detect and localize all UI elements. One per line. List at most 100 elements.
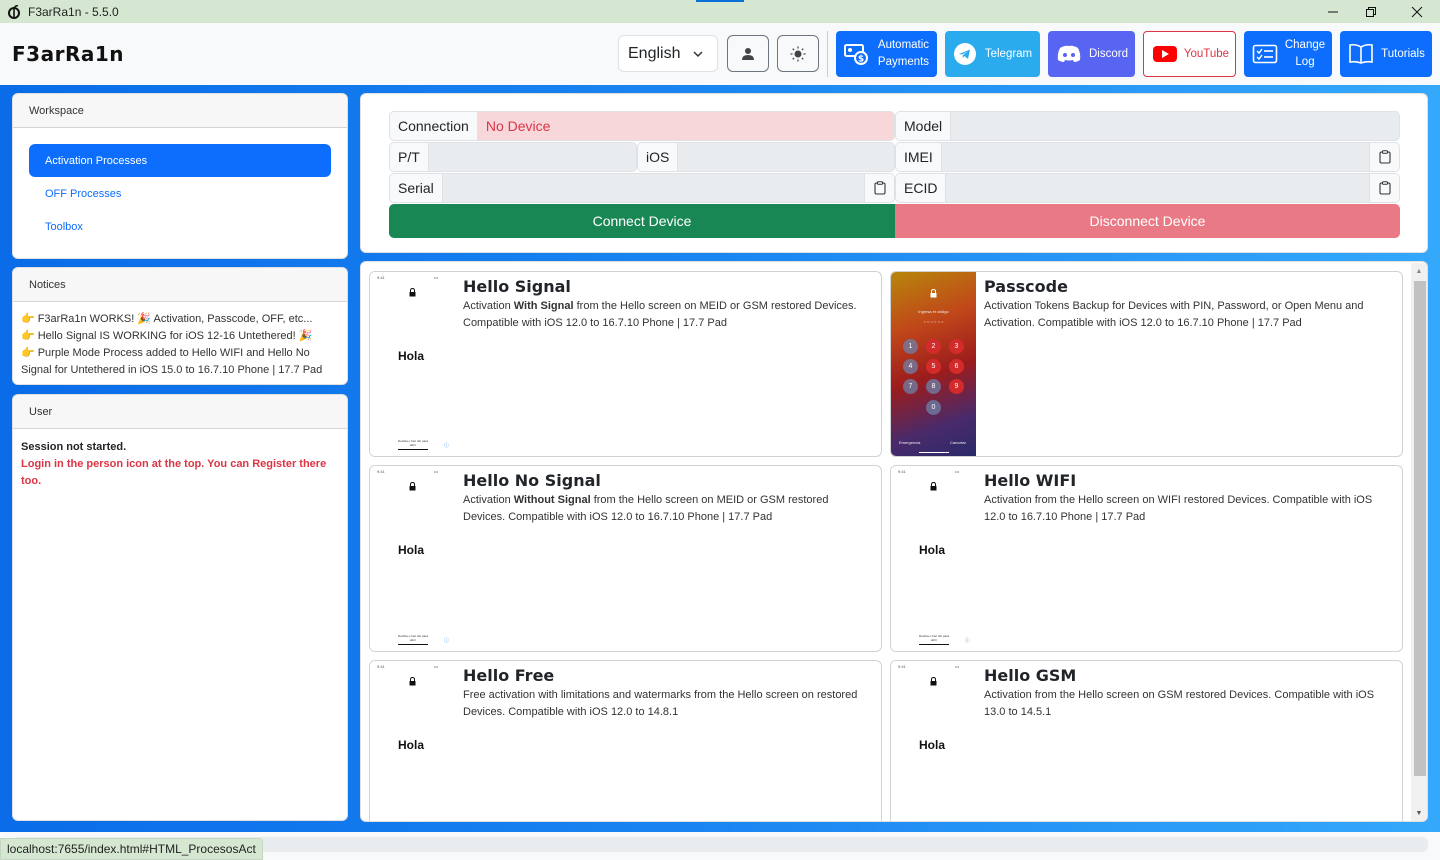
notices-card: Notices 👉 F3arRa1n WORKS! 🎉 Activation, P… (12, 267, 348, 385)
notices-header: Notices (13, 268, 347, 302)
connect-device-button[interactable]: Connect Device (389, 204, 895, 238)
process-card-hello-free[interactable]: 9:41 ••• Hola Hello Free Free activation… (369, 660, 882, 821)
changelog-button[interactable]: Change Log (1244, 31, 1332, 77)
device-panel: Connection No Device P/T iOS Serial Mode… (360, 93, 1428, 253)
notice-text-2: Activation, Passcode, OFF, etc... (151, 313, 313, 325)
workspace-card: Workspace Activation Processes OFF Proce… (12, 93, 348, 259)
discord-label: Discord (1089, 47, 1128, 60)
copy-serial-button[interactable] (864, 174, 894, 202)
party-icon: 🎉 (137, 313, 152, 325)
serial-value[interactable] (443, 174, 864, 202)
process-card-passcode[interactable]: Ingresa el código ○ ○ ○ ○ ○ ○ 1 2 3 4 5 … (890, 271, 1403, 457)
discord-button[interactable]: Discord (1048, 31, 1135, 77)
payments-icon: $ (844, 42, 870, 66)
copy-imei-button[interactable] (1369, 143, 1399, 171)
user-login-button[interactable] (727, 35, 769, 72)
status-url: localhost:7655/index.html#HTML_ProcesosA… (0, 838, 263, 860)
user-header: User (13, 395, 347, 429)
hello-screen-thumbnail: 9:41 ••• Hola Desliza o haz clic para ab… (891, 466, 976, 651)
process-card-hello-no-signal[interactable]: 9:41 ••• Hola Desliza o haz clic para ab… (369, 465, 882, 652)
notices-body: 👉 F3arRa1n WORKS! 🎉 Activation, Passcode,… (13, 302, 347, 384)
tutorials-button[interactable]: Tutorials (1340, 31, 1432, 77)
focus-indicator (696, 0, 744, 2)
process-panel: 9:41 ••• Hola Desliza o haz clic para ab… (360, 261, 1428, 822)
notice-text: Hello Signal IS WORKING for iOS 12-16 Un… (37, 330, 299, 342)
process-scrollbar[interactable]: ▲ ▼ (1411, 263, 1427, 821)
thumb-time: 9:41 (898, 469, 906, 474)
keypad-key: 2 (926, 339, 941, 354)
keypad-key: 4 (903, 359, 918, 374)
ios-value[interactable] (678, 143, 894, 171)
pointing-hand-icon: 👉 (21, 347, 35, 359)
language-select[interactable]: English (618, 35, 718, 72)
ios-field: iOS (637, 142, 895, 172)
telegram-label: Telegram (984, 47, 1033, 60)
thumb-greeting: Hola (919, 543, 946, 557)
thumb-footer: Desliza o haz clic para abrir (397, 634, 428, 642)
model-value[interactable] (951, 112, 1399, 140)
home-indicator (919, 644, 949, 645)
thumb-time: 9:41 (377, 275, 385, 280)
keypad-key: 8 (926, 379, 941, 394)
thumb-time: 9:41 (377, 664, 385, 669)
thumb-status: ••• (955, 664, 960, 669)
pt-value[interactable] (429, 143, 636, 171)
brand-logo: F3arRa1n (12, 42, 124, 66)
nav-off-processes[interactable]: OFF Processes (29, 177, 331, 210)
notice-item: 👉 Purple Mode Process added to Hello WIFI… (21, 345, 339, 379)
nav-toolbox[interactable]: Toolbox (29, 210, 331, 243)
desc-text: Free activation with limitations and wat… (463, 689, 858, 718)
pointing-hand-icon: 👉 (21, 330, 35, 342)
passcode-screen-thumbnail: Ingresa el código ○ ○ ○ ○ ○ ○ 1 2 3 4 5 … (891, 272, 976, 456)
youtube-button[interactable]: YouTube (1143, 31, 1236, 77)
thumb-status: ••• (955, 469, 960, 474)
keypad-key: 0 (926, 400, 941, 415)
process-title: Hello WIFI (984, 471, 1077, 490)
theme-toggle-button[interactable] (777, 35, 819, 72)
telegram-button[interactable]: Telegram (945, 31, 1040, 77)
sun-icon (790, 46, 806, 61)
minimize-icon (1328, 11, 1338, 12)
thumb-status: ••• (434, 469, 439, 474)
desc-text: Activation from the Hello screen on WIFI… (984, 494, 1373, 523)
automatic-payments-button[interactable]: $ Automatic Payments (836, 31, 937, 77)
session-status: Session not started. (21, 441, 127, 453)
restore-button[interactable] (1348, 0, 1394, 23)
nav-activation-processes[interactable]: Activation Processes (29, 144, 331, 177)
hello-screen-thumbnail: 9:41 ••• Hola Desliza o haz clic para ab… (370, 272, 455, 456)
hello-screen-thumbnail: 9:41 ••• Hola (891, 661, 976, 821)
language-selected: English (628, 44, 681, 62)
scroll-up-arrow-icon[interactable]: ▲ (1411, 263, 1427, 279)
changelog-label-2: Log (1295, 56, 1315, 68)
thumb-greeting: Hola (398, 738, 425, 752)
desc-text: Activation (463, 494, 514, 506)
serial-field: Serial (389, 173, 895, 203)
close-button[interactable] (1394, 0, 1440, 23)
notice-item: 👉 Hello Signal IS WORKING for iOS 12-16 U… (21, 328, 339, 345)
lock-icon (409, 284, 416, 302)
process-card-hello-signal[interactable]: 9:41 ••• Hola Desliza o haz clic para ab… (369, 271, 882, 457)
disconnect-device-button[interactable]: Disconnect Device (895, 204, 1400, 238)
scroll-down-arrow-icon[interactable]: ▼ (1411, 805, 1427, 821)
model-label: Model (896, 112, 952, 140)
thumb-status: ••• (434, 664, 439, 669)
changelog-icon (1252, 43, 1278, 65)
scrollbar-thumb[interactable] (1414, 281, 1426, 776)
user-card: User Session not started. Login in the p… (12, 394, 348, 821)
emergency-label: Emergencia (899, 440, 921, 445)
process-description: Free activation with limitations and wat… (463, 687, 871, 721)
chevron-down-icon (692, 47, 704, 65)
process-card-hello-gsm[interactable]: 9:41 ••• Hola Hello GSM Activation from … (890, 660, 1403, 821)
window-titlebar: F3arRa1n - 5.5.0 (0, 0, 1440, 23)
imei-label: IMEI (896, 143, 942, 171)
copy-ecid-button[interactable] (1369, 174, 1399, 202)
ecid-field: ECID (895, 173, 1400, 203)
connection-label: Connection (390, 112, 478, 140)
changelog-label-1: Change (1284, 39, 1326, 51)
notice-text: Purple Mode Process added to Hello WIFI … (21, 347, 323, 376)
ecid-value[interactable] (946, 174, 1369, 202)
process-card-hello-wifi[interactable]: 9:41 ••• Hola Desliza o haz clic para ab… (890, 465, 1403, 652)
clipboard-icon (1378, 181, 1391, 195)
imei-value[interactable] (942, 143, 1369, 171)
passcode-dots: ○ ○ ○ ○ ○ ○ (923, 319, 944, 324)
